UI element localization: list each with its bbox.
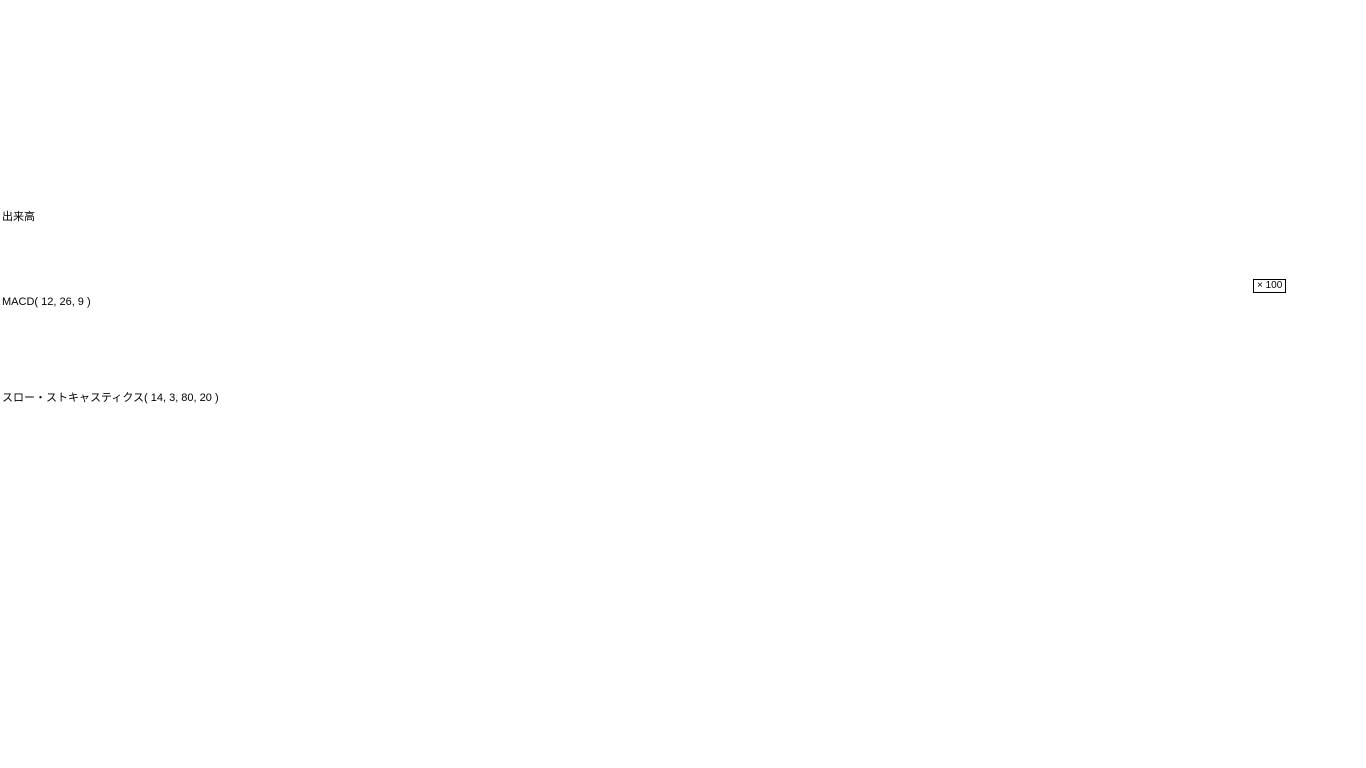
chart-application: 出来高 MACD( 12, 26, 9 ) スロー・ストキャスティクス( 14,… bbox=[0, 0, 1366, 768]
stochastic-pane-label: スロー・ストキャスティクス( 14, 3, 80, 20 ) bbox=[2, 389, 219, 405]
chart-legend-row-1 bbox=[0, 0, 1366, 7]
chart-legend-row-2 bbox=[0, 9, 1366, 23]
volume-multiplier-badge: × 100 bbox=[1253, 279, 1286, 293]
volume-pane-label: 出来高 bbox=[2, 208, 35, 224]
chart-canvas bbox=[0, 0, 1366, 505]
macd-pane-label: MACD( 12, 26, 9 ) bbox=[2, 296, 91, 308]
